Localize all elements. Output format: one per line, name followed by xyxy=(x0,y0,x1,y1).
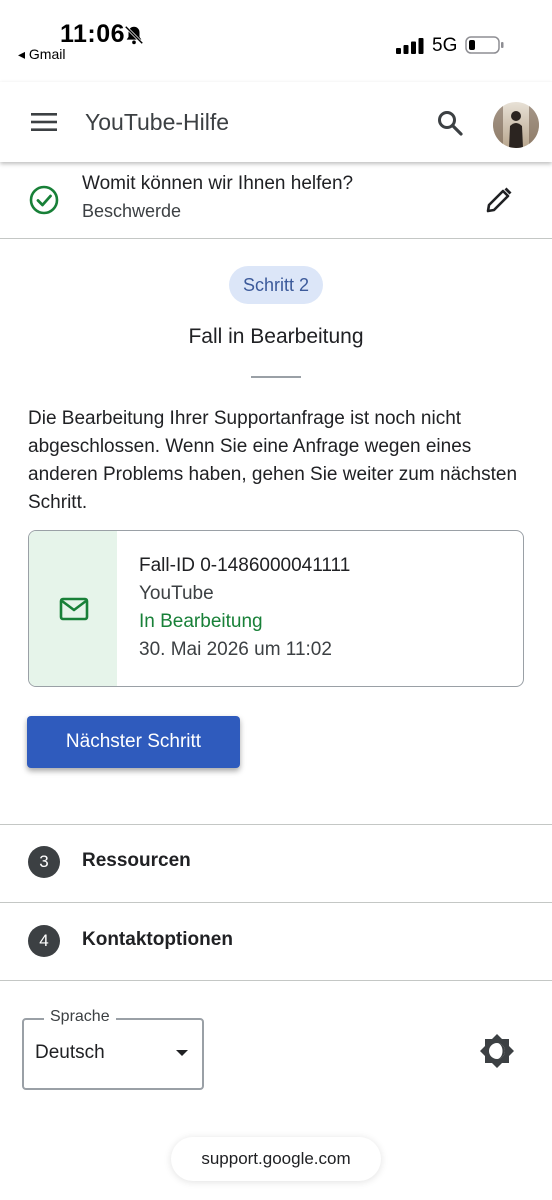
menu-icon[interactable] xyxy=(30,111,58,133)
check-circle-icon xyxy=(29,185,59,215)
theme-toggle-icon[interactable] xyxy=(478,1032,516,1070)
case-date: 30. Mai 2026 um 11:02 xyxy=(139,639,332,660)
dropdown-caret-icon[interactable] xyxy=(176,1050,188,1056)
divider xyxy=(0,238,552,239)
avatar[interactable] xyxy=(493,102,539,148)
mail-icon xyxy=(59,597,89,621)
search-icon[interactable] xyxy=(436,109,464,137)
case-status: In Bearbeitung xyxy=(139,611,263,632)
step-description: Die Bearbeitung Ihrer Supportanfrage ist… xyxy=(28,408,518,513)
step-number-4: 4 xyxy=(28,925,60,957)
case-card[interactable]: Fall-ID 0-1486000041111 YouTube In Bearb… xyxy=(28,530,524,687)
language-label: Sprache xyxy=(44,1008,116,1026)
step-number-3: 3 xyxy=(28,846,60,878)
step1-question: Womit können wir Ihnen helfen? xyxy=(82,173,354,194)
status-time: 11:06 xyxy=(60,20,126,48)
battery-icon xyxy=(465,36,504,54)
step-contact-options[interactable]: Kontaktoptionen xyxy=(82,929,233,951)
pencil-icon[interactable] xyxy=(484,185,514,215)
divider xyxy=(0,824,552,825)
step1-answer: Beschwerde xyxy=(82,201,182,221)
case-id: Fall-ID 0-1486000041111 xyxy=(139,555,351,576)
step-title: Fall in Bearbeitung xyxy=(188,325,364,348)
url-bar[interactable]: support.google.com xyxy=(171,1137,381,1181)
app-title[interactable]: YouTube-Hilfe xyxy=(85,109,229,136)
language-value[interactable]: Deutsch xyxy=(35,1042,105,1064)
step-chip: Schritt 2 xyxy=(229,266,323,304)
step-resources[interactable]: Ressourcen xyxy=(82,850,191,872)
back-to-gmail-link[interactable]: ◂ Gmail xyxy=(18,46,65,63)
bell-off-icon xyxy=(124,25,144,45)
divider xyxy=(0,980,552,981)
signal-icon xyxy=(396,38,424,54)
next-step-button[interactable]: Nächster Schritt xyxy=(27,716,240,768)
app-bar xyxy=(0,82,552,162)
title-underline xyxy=(251,376,301,378)
network-type: 5G xyxy=(432,35,458,56)
case-product: YouTube xyxy=(139,583,214,604)
divider xyxy=(0,902,552,903)
